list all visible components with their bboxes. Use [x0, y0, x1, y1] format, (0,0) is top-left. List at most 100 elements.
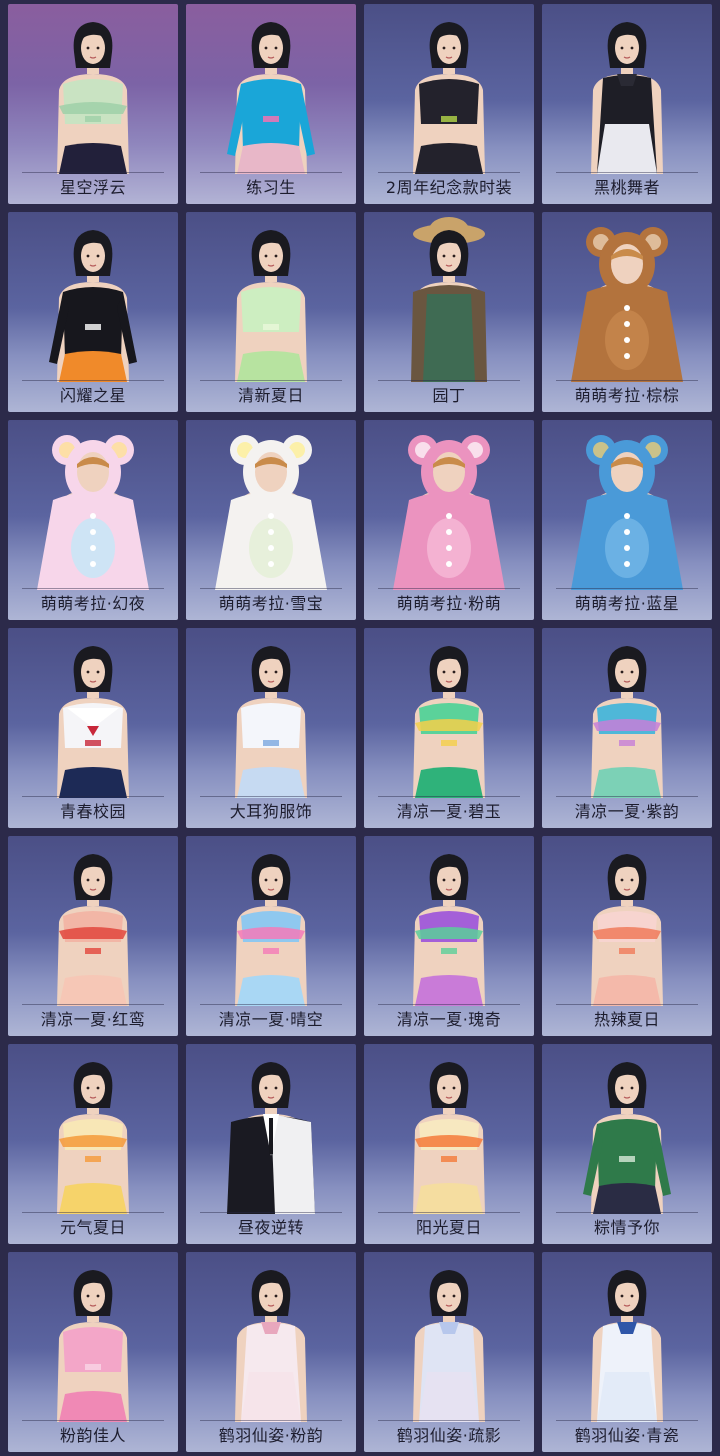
outfit-card[interactable]: 清凉一夏·紫韵 — [542, 628, 712, 828]
caption-divider — [556, 172, 698, 173]
caption-divider — [22, 172, 164, 173]
outfit-card[interactable]: 清凉一夏·红鸾 — [8, 836, 178, 1036]
outfit-name: 粽情予你 — [593, 1218, 660, 1237]
outfit-name: 萌萌考拉·雪宝 — [218, 594, 324, 613]
outfit-card[interactable]: 清凉一夏·瑰奇 — [364, 836, 534, 1036]
caption-divider — [556, 1420, 698, 1421]
outfit-figure-image — [591, 646, 663, 798]
outfit-figure-image — [413, 22, 485, 174]
outfit-figure-image — [591, 854, 663, 1006]
outfit-card[interactable]: 萌萌考拉·蓝星 — [542, 420, 712, 620]
caption-divider — [556, 796, 698, 797]
caption-divider — [200, 380, 342, 381]
outfit-figure-image — [591, 1270, 663, 1422]
outfit-name: 园丁 — [432, 386, 466, 405]
caption-divider — [200, 588, 342, 589]
outfit-name: 鹤羽仙姿·疏影 — [396, 1426, 502, 1445]
outfit-name: 黑桃舞者 — [593, 178, 660, 197]
outfit-figure-image — [413, 854, 485, 1006]
caption-divider — [378, 1212, 520, 1213]
caption-divider — [200, 1212, 342, 1213]
outfit-name: 清凉一夏·红鸾 — [40, 1010, 146, 1029]
outfit-name: 阳光夏日 — [415, 1218, 482, 1237]
outfit-name: 清凉一夏·碧玉 — [396, 802, 502, 821]
outfit-name: 星空浮云 — [59, 178, 126, 197]
outfit-name: 大耳狗服饰 — [229, 802, 313, 821]
outfit-card[interactable]: 清凉一夏·碧玉 — [364, 628, 534, 828]
outfit-figure-image — [413, 646, 485, 798]
outfit-figure-image — [57, 646, 129, 798]
outfit-name: 2周年纪念款时装 — [385, 178, 513, 197]
outfit-card[interactable]: 元气夏日 — [8, 1044, 178, 1244]
caption-divider — [200, 172, 342, 173]
outfit-figure-image — [215, 435, 327, 590]
outfit-figure-image — [591, 22, 663, 174]
caption-divider — [22, 796, 164, 797]
caption-divider — [22, 1212, 164, 1213]
outfit-card[interactable]: 萌萌考拉·粉萌 — [364, 420, 534, 620]
caption-divider — [200, 1420, 342, 1421]
caption-divider — [378, 796, 520, 797]
caption-divider — [378, 1004, 520, 1005]
caption-divider — [22, 1004, 164, 1005]
outfit-card[interactable]: 鹤羽仙姿·青瓷 — [542, 1252, 712, 1452]
outfit-name: 元气夏日 — [59, 1218, 126, 1237]
outfit-card[interactable]: 热辣夏日 — [542, 836, 712, 1036]
outfit-name: 鹤羽仙姿·粉韵 — [218, 1426, 324, 1445]
outfit-figure-image — [227, 22, 315, 174]
caption-divider — [200, 796, 342, 797]
outfit-name: 清凉一夏·瑰奇 — [396, 1010, 502, 1029]
outfit-card[interactable]: 萌萌考拉·棕棕 — [542, 212, 712, 412]
outfit-card[interactable]: 萌萌考拉·雪宝 — [186, 420, 356, 620]
outfit-figure-image — [413, 1062, 485, 1214]
outfit-figure-image — [413, 1270, 485, 1422]
outfit-figure-image — [235, 854, 307, 1006]
outfit-figure-image — [583, 1062, 671, 1214]
outfit-name: 鹤羽仙姿·青瓷 — [574, 1426, 680, 1445]
outfit-name: 粉韵佳人 — [59, 1426, 126, 1445]
outfit-name: 清凉一夏·晴空 — [218, 1010, 324, 1029]
caption-divider — [200, 1004, 342, 1005]
outfit-figure-image — [57, 22, 129, 174]
outfit-name: 清新夏日 — [237, 386, 304, 405]
outfit-card[interactable]: 鹤羽仙姿·疏影 — [364, 1252, 534, 1452]
outfit-figure-image — [571, 435, 683, 590]
outfit-card[interactable]: 大耳狗服饰 — [186, 628, 356, 828]
outfit-card[interactable]: 2周年纪念款时装 — [364, 4, 534, 204]
outfit-card[interactable]: 练习生 — [186, 4, 356, 204]
caption-divider — [22, 1420, 164, 1421]
outfit-card[interactable]: 黑桃舞者 — [542, 4, 712, 204]
outfit-figure-image — [235, 1270, 307, 1422]
caption-divider — [556, 380, 698, 381]
outfit-card[interactable]: 粽情予你 — [542, 1044, 712, 1244]
outfit-name: 闪耀之星 — [59, 386, 126, 405]
outfit-name: 萌萌考拉·幻夜 — [40, 594, 146, 613]
caption-divider — [378, 1420, 520, 1421]
outfit-name: 萌萌考拉·棕棕 — [574, 386, 680, 405]
outfit-grid: 星空浮云 练习生 2周年纪念款时装 黑桃舞者 闪耀之星 清新夏日 园丁 萌萌考拉… — [0, 0, 720, 1456]
outfit-card[interactable]: 阳光夏日 — [364, 1044, 534, 1244]
outfit-card[interactable]: 粉韵佳人 — [8, 1252, 178, 1452]
caption-divider — [556, 588, 698, 589]
outfit-card[interactable]: 清凉一夏·晴空 — [186, 836, 356, 1036]
caption-divider — [378, 172, 520, 173]
outfit-card[interactable]: 萌萌考拉·幻夜 — [8, 420, 178, 620]
outfit-figure-image — [571, 227, 683, 382]
caption-divider — [378, 380, 520, 381]
outfit-name: 热辣夏日 — [593, 1010, 660, 1029]
outfit-figure-image — [57, 1062, 129, 1214]
outfit-card[interactable]: 园丁 — [364, 212, 534, 412]
caption-divider — [22, 588, 164, 589]
outfit-card[interactable]: 青春校园 — [8, 628, 178, 828]
outfit-name: 青春校园 — [59, 802, 126, 821]
outfit-card[interactable]: 星空浮云 — [8, 4, 178, 204]
outfit-card[interactable]: 昼夜逆转 — [186, 1044, 356, 1244]
outfit-card[interactable]: 鹤羽仙姿·粉韵 — [186, 1252, 356, 1452]
outfit-figure-image — [49, 230, 137, 382]
caption-divider — [378, 588, 520, 589]
outfit-card[interactable]: 闪耀之星 — [8, 212, 178, 412]
outfit-card[interactable]: 清新夏日 — [186, 212, 356, 412]
outfit-figure-image — [57, 854, 129, 1006]
outfit-name: 昼夜逆转 — [237, 1218, 304, 1237]
outfit-figure-image — [227, 1062, 315, 1214]
